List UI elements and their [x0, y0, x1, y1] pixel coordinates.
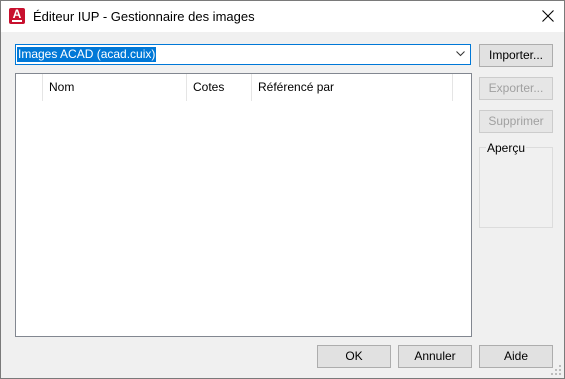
preview-groupbox: Aperçu — [479, 141, 553, 228]
window-title: Éditeur IUP - Gestionnaire des images — [33, 9, 255, 24]
delete-button[interactable]: Supprimer — [479, 110, 553, 133]
ok-button[interactable]: OK — [317, 345, 391, 368]
help-button[interactable]: Aide — [479, 345, 553, 368]
export-button[interactable]: Exporter... — [479, 77, 553, 100]
dialog-window: A Éditeur IUP - Gestionnaire des images … — [0, 0, 565, 379]
column-header-blank[interactable] — [16, 74, 43, 101]
image-list-header: Nom Cotes Référencé par — [16, 74, 471, 101]
column-header-referenced-by[interactable]: Référencé par — [252, 74, 453, 101]
autocad-icon-bar — [12, 20, 22, 22]
column-header-name[interactable]: Nom — [43, 74, 187, 101]
image-source-value: Images ACAD (acad.cuix) — [17, 47, 157, 62]
cancel-button[interactable]: Annuler — [398, 345, 472, 368]
autocad-icon: A — [9, 7, 25, 24]
close-icon — [542, 10, 554, 22]
resize-grip-icon[interactable] — [551, 365, 561, 375]
column-header-sizes[interactable]: Cotes — [187, 74, 252, 101]
chevron-down-icon — [456, 51, 465, 57]
image-source-dropdown[interactable]: Images ACAD (acad.cuix) — [15, 44, 471, 65]
image-list[interactable]: Nom Cotes Référencé par — [15, 73, 472, 337]
close-button[interactable] — [532, 1, 564, 32]
title-bar[interactable]: A Éditeur IUP - Gestionnaire des images — [1, 1, 564, 32]
preview-label: Aperçu — [486, 141, 527, 155]
import-button[interactable]: Importer... — [479, 44, 553, 67]
autocad-icon-letter: A — [12, 7, 22, 21]
